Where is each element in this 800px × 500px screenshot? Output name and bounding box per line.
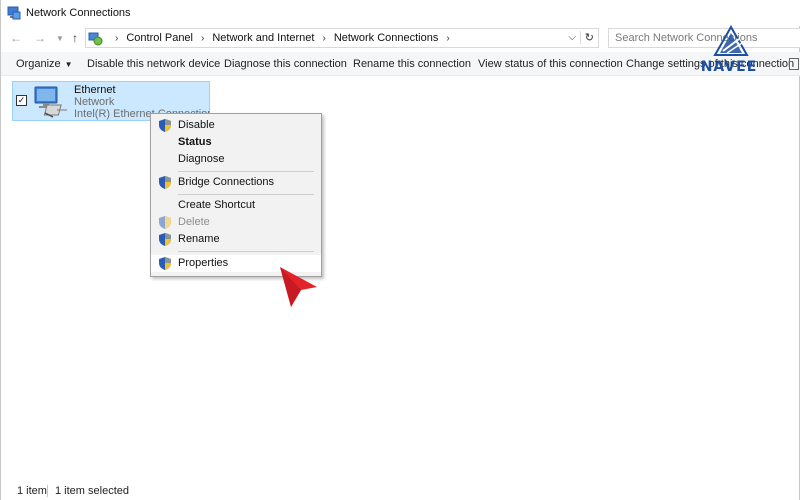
uac-shield-icon <box>159 119 171 132</box>
breadcrumb-separator: › <box>115 32 119 44</box>
address-bar[interactable]: › Control Panel › Network and Internet ›… <box>85 28 599 48</box>
navee-logo-mark <box>713 24 749 56</box>
breadcrumb-network-connections[interactable]: Network Connections <box>334 32 439 44</box>
title-bar: Network Connections <box>1 0 800 26</box>
breadcrumb-control-panel[interactable]: Control Panel <box>126 32 193 44</box>
uac-shield-icon <box>159 216 171 229</box>
address-dropdown-icon[interactable]: ⌵ <box>568 32 576 43</box>
disable-device-button[interactable]: Disable this network device <box>87 58 220 70</box>
connection-status: Network <box>74 96 115 108</box>
breadcrumb-separator: › <box>446 32 450 44</box>
item-count: 1 item <box>17 485 47 497</box>
back-arrow-icon[interactable]: ← <box>5 27 27 49</box>
menu-item-status[interactable]: Status <box>151 134 321 151</box>
menu-item-label: Diagnose <box>178 153 225 165</box>
rename-connection-button[interactable]: Rename this connection <box>353 58 471 70</box>
menu-separator <box>178 194 314 195</box>
diagnose-connection-button[interactable]: Diagnose this connection <box>224 58 347 70</box>
breadcrumb-network-and-internet[interactable]: Network and Internet <box>212 32 314 44</box>
view-status-button[interactable]: View status of this connection <box>478 58 623 70</box>
control-panel-icon <box>88 32 103 45</box>
window-title: Network Connections <box>26 7 131 19</box>
selection-checkbox[interactable]: ✓ <box>16 95 27 106</box>
menu-item-diagnose[interactable]: Diagnose <box>151 151 321 168</box>
red-pointer-arrow-icon <box>280 267 317 307</box>
chevron-down-icon: ▼ <box>64 60 73 69</box>
menu-item-label: Bridge Connections <box>178 176 275 188</box>
context-menu: Disable Status Diagnose Bridge Connectio… <box>150 113 322 277</box>
menu-item-label: Disable <box>178 119 215 131</box>
status-divider <box>47 485 48 497</box>
uac-shield-icon <box>159 257 171 270</box>
view-options-icon[interactable] <box>789 58 799 70</box>
menu-separator <box>178 171 314 172</box>
uac-shield-icon <box>159 233 171 246</box>
navee-logo: NAVEE <box>689 24 769 77</box>
breadcrumb-separator: › <box>322 32 326 44</box>
menu-item-label: Properties <box>178 257 229 269</box>
menu-item-create-shortcut[interactable]: Create Shortcut <box>151 197 321 214</box>
menu-item-label: Rename <box>178 233 220 245</box>
menu-item-label: Create Shortcut <box>178 199 256 211</box>
up-arrow-icon[interactable]: ↑ <box>64 27 86 49</box>
menu-item-bridge-connections[interactable]: Bridge Connections <box>151 174 321 191</box>
breadcrumb-separator: › <box>201 32 205 44</box>
explorer-window: Network Connections ← → ▼ ↑ › Control Pa… <box>0 0 800 500</box>
menu-item-label: Delete <box>178 216 210 228</box>
selected-count: 1 item selected <box>55 485 129 497</box>
network-connections-icon <box>7 6 21 20</box>
menu-item-disable[interactable]: Disable <box>151 117 321 134</box>
refresh-icon[interactable]: ↻ <box>579 31 594 44</box>
connection-name: Ethernet <box>74 84 116 96</box>
ethernet-adapter-icon <box>34 86 67 118</box>
logo-text: NAVEE <box>700 59 758 75</box>
menu-separator <box>178 251 314 252</box>
command-bar: Organize ▼ Disable this network device Di… <box>1 52 800 76</box>
menu-item-delete: Delete <box>151 214 321 231</box>
status-bar: 1 item 1 item selected <box>1 482 800 500</box>
menu-item-rename[interactable]: Rename <box>151 231 321 248</box>
organize-button[interactable]: Organize ▼ <box>16 58 73 70</box>
address-row: ← → ▼ ↑ › Control Panel › Network and In… <box>1 26 800 50</box>
forward-arrow-icon[interactable]: → <box>29 27 51 49</box>
uac-shield-icon <box>159 176 171 189</box>
menu-item-label: Status <box>178 136 212 148</box>
